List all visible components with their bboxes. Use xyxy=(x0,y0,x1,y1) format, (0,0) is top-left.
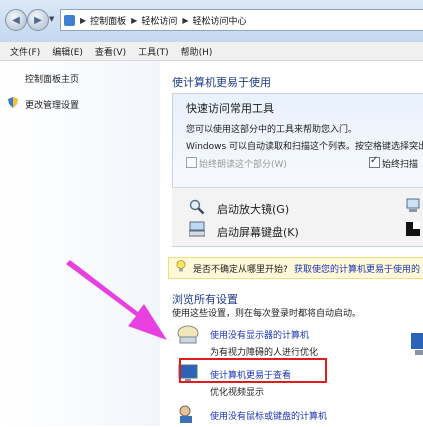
hint-link[interactable]: 获取使您的计算机更易于使用的 xyxy=(294,262,420,275)
browse-settings-title: 浏览所有设置 xyxy=(172,293,238,306)
menu-tools[interactable]: 工具(T) xyxy=(138,45,169,58)
partial-display-icon xyxy=(409,331,423,359)
read-section-label: 始终朗读这个部分(W) xyxy=(199,160,287,170)
no-mouse-keyboard-icon xyxy=(177,404,199,424)
breadcrumb-control-panel[interactable]: 控制面板 xyxy=(90,14,126,27)
narrator-icon xyxy=(405,197,421,213)
breadcrumb-ease-of-access[interactable]: 轻松访问 xyxy=(141,14,177,27)
breadcrumb[interactable]: ▶ 控制面板 ▶ 轻松访问 ▶ 轻松访问中心 xyxy=(60,9,423,31)
quick-access-title: 快速访问常用工具 xyxy=(186,102,274,115)
menu-help[interactable]: 帮助(H) xyxy=(181,45,213,58)
control-panel-icon xyxy=(64,14,75,26)
no-display-icon xyxy=(177,324,199,344)
hint-text: 是否不确定从哪里开始? xyxy=(193,265,288,275)
menu-file[interactable]: 文件(F) xyxy=(10,45,40,58)
annotation-arrow-icon xyxy=(66,260,167,340)
lightbulb-icon xyxy=(176,260,186,272)
forward-button[interactable]: ▶ xyxy=(27,9,49,31)
shield-icon xyxy=(8,97,18,108)
back-arrow-icon: ◀ xyxy=(12,14,20,26)
always-scan-label: 始终扫描 xyxy=(382,160,419,170)
quick-access-line2: Windows 可以自动读取和扫描这个列表。按空格键选择突出 xyxy=(186,142,423,152)
browse-item-no-mouse-link[interactable]: 使用没有鼠标或键盘的计算机 xyxy=(210,409,327,422)
history-dropdown-icon[interactable]: ▼ xyxy=(49,15,54,23)
forward-arrow-icon: ▶ xyxy=(34,14,42,26)
magnifier-icon xyxy=(189,199,205,215)
on-screen-keyboard-icon xyxy=(188,221,206,237)
menu-bar: 文件(F) 编辑(E) 查看(V) 工具(T) 帮助(H) xyxy=(0,42,423,61)
breadcrumb-separator-icon: ▶ xyxy=(131,15,138,25)
breadcrumb-separator-icon: ▶ xyxy=(182,15,189,25)
browse-item-no-display-desc: 为有视力障碍的人进行优化 xyxy=(210,348,319,358)
start-osk-link[interactable]: 启动屏幕键盘(K) xyxy=(217,224,299,240)
breadcrumb-separator-icon: ▶ xyxy=(80,15,87,25)
browse-settings-desc: 使用这些设置，则在每次登录时都将自动启动。 xyxy=(172,309,362,319)
left-pane xyxy=(0,61,160,426)
contrast-icon xyxy=(406,222,420,236)
menu-edit[interactable]: 编辑(E) xyxy=(52,45,83,58)
sidebar-item-admin-settings[interactable]: 更改管理设置 xyxy=(25,98,79,111)
back-button[interactable]: ◀ xyxy=(5,9,27,31)
read-section-checkbox[interactable] xyxy=(186,157,197,168)
browse-item-no-display-link[interactable]: 使用没有显示器的计算机 xyxy=(210,328,309,341)
browse-item-easier-to-see-desc: 优化视频显示 xyxy=(210,388,265,398)
sidebar-item-home[interactable]: 控制面板主页 xyxy=(25,72,79,85)
always-scan-checkbox[interactable] xyxy=(369,155,380,168)
start-magnifier-link[interactable]: 启动放大镜(G) xyxy=(217,201,289,217)
browse-item-easier-to-see-link[interactable]: 使计算机更易于查看 xyxy=(210,368,291,381)
address-bar: ◀ ▶ ▼ ▶ 控制面板 ▶ 轻松访问 ▶ 轻松访问中心 xyxy=(0,0,423,42)
menu-view[interactable]: 查看(V) xyxy=(95,45,126,58)
breadcrumb-ease-center[interactable]: 轻松访问中心 xyxy=(193,14,247,27)
quick-access-line1: 您可以使用这部分中的工具来帮助您入门。 xyxy=(186,125,358,135)
page-title: 使计算机更易于使用 xyxy=(172,76,271,89)
